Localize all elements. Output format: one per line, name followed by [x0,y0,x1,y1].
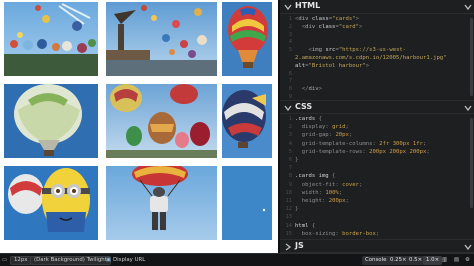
chevron-down-icon[interactable] [464,243,472,251]
layout-toggle-icon[interactable]: ▥ [442,256,447,265]
tile-minion-balloon [4,166,98,240]
chevron-down-icon[interactable] [284,104,292,112]
code-line[interactable]: grid-template-columns: 2fr 300px 1fr; [295,141,427,148]
code-line[interactable]: display: grid; [295,124,349,131]
code-line[interactable]: html { [295,223,315,230]
image-green-balloon [4,84,98,158]
tile-balloon-striped-closeup [222,2,272,76]
display-url-icon: ▣ [106,257,112,263]
code-line[interactable]: width: 100%; [295,190,342,197]
line-number: 3 [288,132,292,139]
image-balloons-sky [4,2,98,76]
line-number: 7 [288,165,292,172]
line-number: 8 [288,173,292,180]
code-line[interactable]: height: 200px; [295,198,349,205]
tile-balloons-many [106,84,217,158]
tile-balloons-sky-1 [4,2,98,76]
image-bristol-harbour [106,2,217,76]
code-line[interactable]: .cards { [295,116,322,123]
image-figure-balloon [106,166,217,240]
page-size-icon: ▭ [2,257,8,263]
image-blue-sky [222,166,272,240]
line-number: 3 [288,31,292,38]
code-line[interactable]: 2.amazonaws.com/s.cdpn.io/12005/harbour1… [295,55,447,62]
code-editor-panel: HTML 1 <div class="cards"> 2 <div class="c… [278,0,474,253]
settings-icon[interactable]: ⚙ [465,256,470,265]
code-line[interactable]: </div> [295,86,322,93]
js-pane-title: JS [295,241,304,250]
line-number: 10 [285,189,292,196]
tile-balloon-green-blue [4,84,98,158]
scale-10-button[interactable]: 1.0× [423,256,443,265]
layout-toggle-icon[interactable]: ▤ [454,256,459,265]
html-pane-title: HTML [295,1,321,10]
code-line[interactable]: } [295,157,298,164]
bottom-toolbar: ▭ 12px (Dark Background) Twilight ▣ Disp… [0,253,474,266]
css-pane-title: CSS [295,102,313,111]
line-number: 9 [288,181,292,188]
line-number: 1 [288,116,292,122]
console-button[interactable]: Console [362,256,390,265]
code-line[interactable]: <img src="https://s3-us-west- [295,47,406,54]
line-number: 2 [288,124,292,131]
line-number: 6 [288,70,292,77]
line-number: 6 [288,157,292,163]
js-pane-header[interactable]: JS [280,239,474,253]
line-number: 8 [288,86,292,93]
html-pane-header[interactable]: HTML [280,0,474,14]
line-number: 12 [285,206,292,213]
line-number: 4 [288,140,292,147]
chevron-right-icon[interactable] [284,243,292,251]
code-line[interactable]: alt="Bristol harbour"> [295,63,369,70]
line-number: 15 [285,230,292,237]
line-number: 13 [285,214,292,221]
image-striped-balloon [222,2,272,76]
line-number: 4 [288,39,292,46]
code-line[interactable]: grid-template-rows: 200px 200px 200px; [295,149,430,156]
html-scrollbar[interactable] [470,18,473,96]
tile-balloon-dark-red [222,84,272,158]
css-code-area[interactable]: 1 .cards {2 display: grid; 3 grid-gap: 20p… [280,114,474,239]
image-many-balloons [106,84,217,158]
code-line[interactable]: <div class="card"> [295,24,363,31]
css-pane-header[interactable]: CSS [280,100,474,114]
line-number: 1 [288,16,292,22]
display-url-toggle[interactable]: Display URL [113,256,145,265]
line-number: 11 [285,198,292,204]
line-number: 2 [288,23,292,30]
image-dark-balloon [222,84,272,158]
line-number: 5 [288,47,292,54]
code-line[interactable]: grid-gap: 20px; [295,132,353,139]
tile-blue-edge [222,166,272,240]
line-number: 7 [288,78,292,85]
tile-harbour-crane [106,2,217,76]
line-number: 5 [288,148,292,155]
theme-select[interactable]: (Dark Background) Twilight [30,256,111,265]
css-scrollbar[interactable] [470,118,473,208]
html-code-area[interactable]: 1 <div class="cards"> 2 <div class="card">… [280,14,474,100]
line-number: 14 [285,222,292,229]
code-line[interactable]: <div class="cards"> [295,16,359,23]
code-line[interactable]: object-fit: cover; [295,182,363,189]
image-minion-balloon [4,166,98,240]
chevron-down-icon[interactable] [284,3,292,11]
tile-balloon-figure [106,166,217,240]
result-preview[interactable] [0,0,278,253]
chevron-down-icon[interactable] [464,104,472,112]
code-line[interactable]: box-sizing: border-box; [295,231,380,238]
code-line[interactable]: } [295,206,298,213]
font-size-select[interactable]: 12px [10,256,32,265]
chevron-down-icon[interactable] [464,3,472,11]
code-line[interactable]: .cards img { [295,173,335,180]
